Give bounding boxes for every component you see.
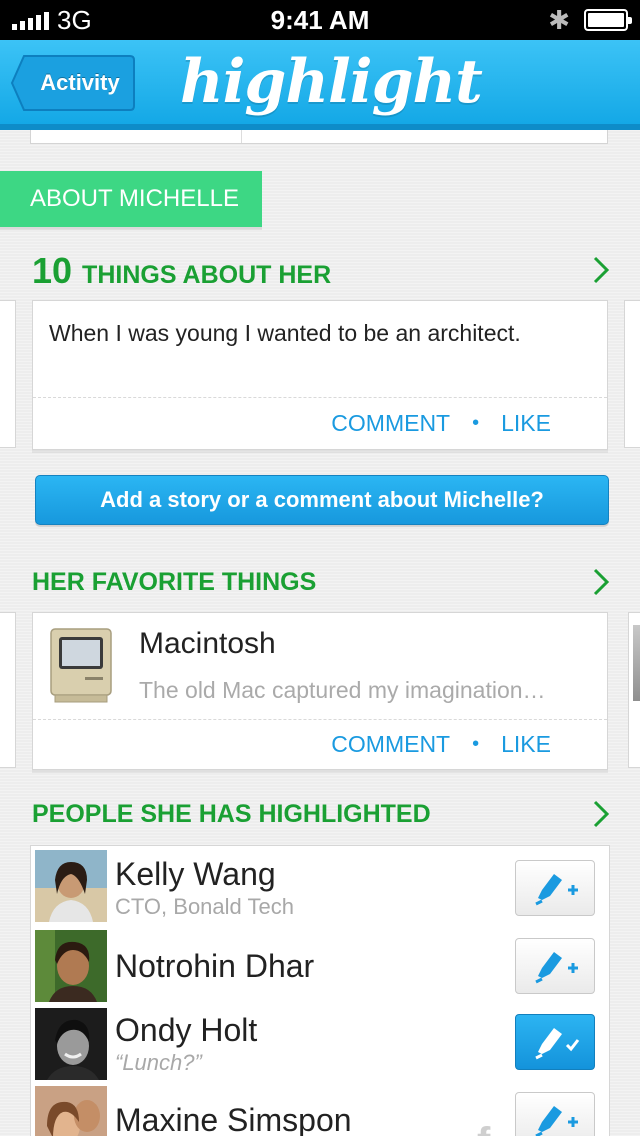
person-row[interactable]: Maxine Simspon f <box>31 1082 611 1136</box>
back-button-label: Activity <box>40 70 120 95</box>
highlighter-check-icon <box>535 1028 580 1060</box>
facebook-icon: f <box>477 1120 490 1136</box>
prev-favorite-card-edge[interactable] <box>0 612 16 768</box>
avatar <box>35 1086 107 1136</box>
action-separator: • <box>472 733 480 755</box>
app-logo: highlight <box>180 47 483 117</box>
carrier-info: 3G <box>12 5 92 36</box>
person-subtitle: “Lunch?” <box>115 1050 202 1075</box>
like-link[interactable]: LIKE <box>501 731 551 758</box>
favorites-section-title: HER FAVORITE THINGS <box>32 568 317 596</box>
person-name: Ondy Holt <box>115 1012 258 1048</box>
things-chevron-right-icon[interactable] <box>592 256 610 284</box>
person-subtitle: CTO, Bonald Tech <box>115 894 294 919</box>
highlighter-plus-icon <box>535 874 578 906</box>
highlighter-plus-icon <box>535 952 578 984</box>
about-tab-label: ABOUT MICHELLE <box>30 185 239 212</box>
person-row[interactable]: Notrohin Dhar <box>31 926 611 1004</box>
people-section-title: PEOPLE SHE HAS HIGHLIGHTED <box>32 800 431 828</box>
macintosh-image <box>45 627 117 703</box>
favorite-description: The old Mac captured my imagination… <box>139 677 546 703</box>
things-count: 10 <box>32 250 73 291</box>
status-bar: 3G 9:41 AM ✱ <box>0 0 640 40</box>
things-section-title: THINGS ABOUT HER <box>82 261 332 289</box>
add-story-button[interactable]: Add a story or a comment about Michelle? <box>35 475 609 525</box>
story-card-actions: COMMENT • LIKE <box>33 397 607 449</box>
back-button[interactable]: Activity <box>10 54 136 112</box>
signal-strength-icon <box>12 10 49 30</box>
clock: 9:41 AM <box>270 4 370 35</box>
person-name: Maxine Simspon <box>115 1102 352 1136</box>
favorite-card-actions: COMMENT • LIKE <box>33 719 607 769</box>
like-link[interactable]: LIKE <box>501 410 551 437</box>
favorite-card[interactable]: Macintosh The old Mac captured my imagin… <box>32 612 608 770</box>
avatar <box>35 930 107 1002</box>
highlight-add-button[interactable] <box>515 860 595 916</box>
favorites-section-header[interactable]: HER FAVORITE THINGS <box>32 568 316 597</box>
things-section-header[interactable]: 10 THINGS ABOUT HER <box>32 250 331 292</box>
person-name: Notrohin Dhar <box>115 948 315 984</box>
people-list: Kelly Wang CTO, Bonald Tech Notrohin Dha… <box>30 845 610 1136</box>
story-card[interactable]: When I was young I wanted to be an archi… <box>32 300 608 450</box>
person-row[interactable]: Ondy Holt “Lunch?” <box>31 1004 611 1082</box>
highlighter-plus-icon <box>535 1106 578 1136</box>
favorite-name: Macintosh <box>139 627 276 660</box>
network-type: 3G <box>57 4 92 35</box>
people-section-header[interactable]: PEOPLE SHE HAS HIGHLIGHTED <box>32 800 431 829</box>
avatar <box>35 850 107 922</box>
next-story-card-edge[interactable] <box>624 300 640 448</box>
highlighted-button[interactable] <box>515 1014 595 1070</box>
about-tab[interactable]: ABOUT MICHELLE <box>0 171 262 227</box>
favorites-chevron-right-icon[interactable] <box>592 568 610 596</box>
comment-link[interactable]: COMMENT <box>331 410 450 437</box>
bluetooth-icon: ✱ <box>548 4 570 35</box>
comment-link[interactable]: COMMENT <box>331 731 450 758</box>
battery-icon <box>584 9 632 31</box>
navigation-bar: Activity highlight <box>0 40 640 130</box>
story-text: When I was young I wanted to be an archi… <box>49 320 521 346</box>
highlight-add-button[interactable] <box>515 1092 595 1136</box>
prev-story-card-edge[interactable] <box>0 300 16 448</box>
people-chevron-right-icon[interactable] <box>592 800 610 828</box>
previous-card-fragment <box>30 130 608 144</box>
next-favorite-card-edge[interactable] <box>628 612 640 768</box>
person-name: Kelly Wang <box>115 856 276 892</box>
highlight-add-button[interactable] <box>515 938 595 994</box>
action-separator: • <box>472 412 480 434</box>
person-row[interactable]: Kelly Wang CTO, Bonald Tech <box>31 846 611 924</box>
add-story-button-label: Add a story or a comment about Michelle? <box>100 487 544 512</box>
avatar <box>35 1008 107 1080</box>
